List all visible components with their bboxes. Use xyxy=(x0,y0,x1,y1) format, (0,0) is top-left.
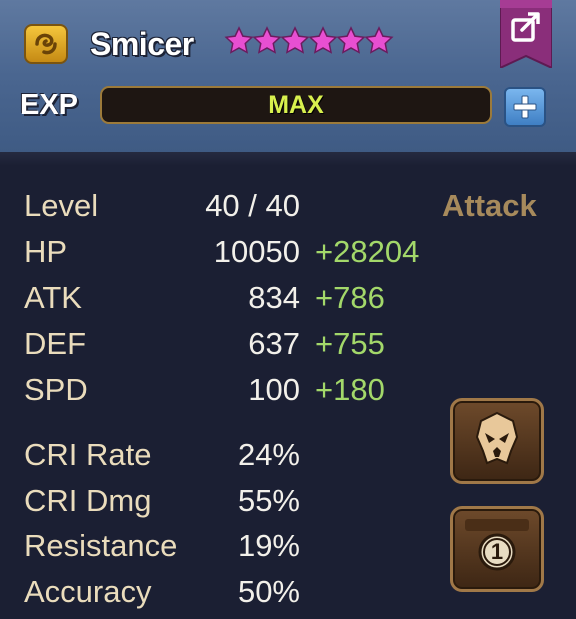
monster-skull-icon xyxy=(475,411,519,465)
add-exp-button[interactable] xyxy=(504,87,546,127)
stat-label-accuracy: Accuracy xyxy=(24,574,152,609)
stat-value-cri-dmg: 55% xyxy=(237,483,300,518)
stat-label-atk: ATK xyxy=(24,280,82,315)
stat-value-def: 637 xyxy=(248,326,300,361)
attack-type-label: Attack xyxy=(442,188,537,223)
star-icon xyxy=(336,26,366,54)
stat-bonus-def: +755 xyxy=(315,326,385,361)
header-divider xyxy=(0,152,576,166)
stat-label-cri-rate: CRI Rate xyxy=(24,437,152,472)
star-icon xyxy=(364,26,394,54)
exp-bar: MAX xyxy=(100,86,492,124)
stat-bonus-hp: +28204 xyxy=(315,234,420,269)
plus-icon xyxy=(513,95,537,119)
monster-info-button[interactable] xyxy=(450,398,544,484)
wind-element-icon xyxy=(24,24,68,64)
star-icon xyxy=(280,26,310,54)
stat-value-resistance: 19% xyxy=(237,528,300,563)
stat-value-level: 40 / 40 xyxy=(205,188,300,223)
star-icon xyxy=(252,26,282,54)
stat-label-hp: HP xyxy=(24,234,68,269)
monster-name: Smicer xyxy=(90,26,194,62)
stat-value-hp: 10050 xyxy=(213,234,300,269)
exp-value: MAX xyxy=(268,90,324,119)
stat-label-spd: SPD xyxy=(24,372,88,407)
star-rating xyxy=(224,26,394,56)
stat-label-level: Level xyxy=(24,188,99,223)
stat-label-cri-dmg: CRI Dmg xyxy=(24,483,152,518)
stat-value-accuracy: 50% xyxy=(237,574,300,609)
star-icon xyxy=(224,26,254,54)
stat-label-def: DEF xyxy=(24,326,86,361)
stat-value-atk: 834 xyxy=(248,280,300,315)
monster-header xyxy=(0,0,576,152)
stat-value-cri-rate: 24% xyxy=(237,437,300,472)
stat-bonus-atk: +786 xyxy=(315,280,385,315)
share-button[interactable] xyxy=(499,0,553,70)
star-icon xyxy=(308,26,338,54)
stat-bonus-spd: +180 xyxy=(315,372,385,407)
exp-label: EXP xyxy=(20,89,79,121)
skill-number-button[interactable]: 1 xyxy=(450,506,544,592)
stat-value-spd: 100 xyxy=(248,372,300,407)
skill-number: 1 xyxy=(490,539,504,564)
